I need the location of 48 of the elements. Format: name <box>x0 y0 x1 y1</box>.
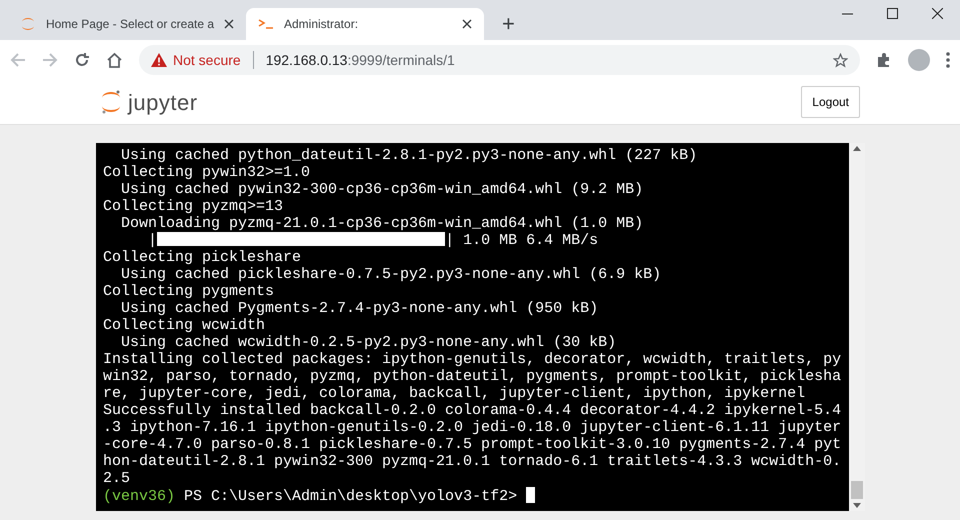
terminal-line: Using cached wcwidth-0.2.5-py2.py3-none-any.whl (30 kB) <box>120 334 618 351</box>
terminal-prompt-icon <box>258 18 274 30</box>
terminal-line: Collecting pickleshare <box>103 249 302 266</box>
reload-icon[interactable] <box>74 52 90 68</box>
terminal-line: Using cached pywin32-300-cp36-cp36m-win_amd64.whl (9.2 MB) <box>120 181 644 198</box>
logout-button[interactable]: Logout <box>801 86 860 118</box>
terminal-line: Using cached python_dateutil-2.8.1-py2.py3-none-any.whl (227 kB) <box>120 147 698 164</box>
terminal-line: Downloading pyzmq-21.0.1-cp36-cp36m-win_amd64.whl (1.0 MB) <box>120 215 644 232</box>
prompt-path: PS C:\Users\Admin\desktop\yolov3-tf2> <box>183 488 518 505</box>
browser-tab[interactable]: Administrator: <box>246 8 484 40</box>
warning-icon <box>151 53 167 67</box>
terminal-line: Collecting pywin32>=1.0 <box>103 164 312 181</box>
terminal-line: Collecting wcwidth <box>103 317 266 334</box>
terminal-line: 2.5 <box>103 470 132 487</box>
terminal-line: Using cached pickleshare-0.7.5-py2.py3-none-any.whl (6.9 kB) <box>120 266 662 283</box>
scrollbar-thumb[interactable] <box>851 481 863 499</box>
terminal-line: Using cached Pygments-2.7.4-py3-none-any.whl (950 kB) <box>120 300 600 317</box>
security-warning-text: Not secure <box>173 50 241 70</box>
terminal-line: .3 ipython-7.16.1 ipython-genutils-0.2.0 jedi-0.18.0 jupyter-client-6.1.11 jupyter <box>103 419 842 436</box>
progress-bar-edge: | <box>147 232 158 249</box>
terminal-line: -core-4.7.0 parso-0.8.1 pickleshare-0.7.5 prompt-toolkit-3.0.10 pygments-2.7.4 pyt <box>103 436 842 453</box>
jupyter-logo-icon <box>20 16 36 32</box>
close-icon[interactable] <box>932 8 943 19</box>
address-bar[interactable]: Not secure 192.168.0.13:9999/terminals/1 <box>139 45 860 75</box>
terminal-line: Collecting pygments <box>103 283 276 300</box>
puzzle-piece-icon[interactable] <box>876 52 892 68</box>
terminal-line: Successfully installed backcall-0.2.0 colorama-0.4.4 decorator-4.4.2 ipykernel-5.4 <box>103 402 842 419</box>
browser-tab[interactable]: Home Page - Select or create a <box>8 8 246 40</box>
star-icon[interactable] <box>833 53 848 68</box>
scroll-up-icon[interactable] <box>853 146 861 151</box>
jupyter-logo-icon[interactable] <box>100 89 122 115</box>
terminal-line: Collecting pyzmq>=13 <box>103 198 284 215</box>
virtualenv-name: (venv36) <box>103 488 176 505</box>
close-icon[interactable] <box>462 19 472 29</box>
terminal-line: hon-dateutil-2.8.1 pywin32-300 pyzmq-21.0.1 tornado-6.1 traitlets-4.3.3 wcwidth-0. <box>103 453 842 470</box>
maximize-icon[interactable] <box>887 8 898 19</box>
terminal-line: re, jupyter-core, jedi, colorama, backcall, jupyter-client, ipython, ipykernel <box>103 385 806 402</box>
terminal-line: Installing collected packages: ipython-genutils, decorator, wcwidth, traitlets, py <box>103 351 842 368</box>
logo-text: jupyter <box>128 88 198 117</box>
progress-status: | 1.0 MB 6.4 MB/s <box>445 232 598 249</box>
menu-icon[interactable] <box>946 52 950 68</box>
new-tab-button[interactable]: + <box>496 12 521 36</box>
close-icon[interactable] <box>224 19 234 29</box>
home-icon[interactable] <box>106 52 123 68</box>
scroll-down-icon[interactable] <box>853 503 861 508</box>
url-text: 192.168.0.13:9999/terminals/1 <box>266 50 455 70</box>
terminal-line: win32, parso, tornado, pyzmq, python-dateutil, pygments, prompt-toolkit, picklesha <box>103 368 842 385</box>
text-cursor <box>526 487 536 503</box>
